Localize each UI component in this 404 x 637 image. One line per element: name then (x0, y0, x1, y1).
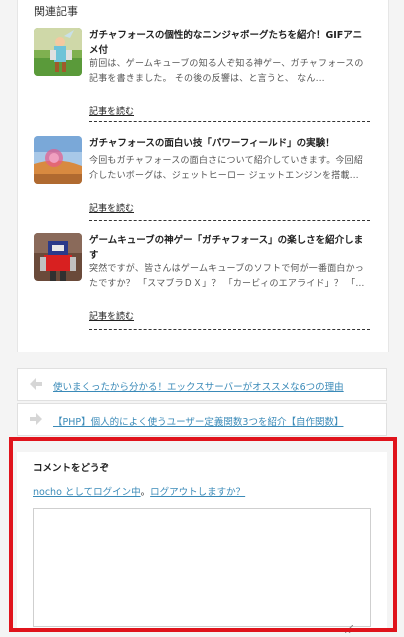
read-more-link[interactable]: 記事を読む (89, 309, 134, 322)
read-more-link[interactable]: 記事を読む (89, 201, 134, 214)
related-article-2[interactable]: ガチャフォースの面白い技「パワーフィールド」の実験！ 今回もガチャフォースの面白… (34, 136, 370, 222)
related-articles-card: 関連記事 ガチャフォースの個性的なニンジャボーグたちを紹介！GIFアニメ付 前回… (17, 0, 389, 352)
divider (89, 220, 370, 221)
related-article-excerpt: 今回もガチャフォースの面白さについて紹介していきます。今回紹介したいボーグは、ジ… (89, 156, 364, 181)
arrow-left-icon (28, 376, 44, 392)
related-article-title[interactable]: ガチャフォースの個性的なニンジャボーグたちを紹介！GIFアニメ付 (89, 28, 367, 58)
divider (89, 329, 370, 330)
article-thumbnail[interactable] (34, 233, 82, 281)
article-thumbnail[interactable] (34, 136, 82, 184)
related-article-excerpt: 前回は、ゲームキューブの知る人ぞ知る神ゲー、ガチャフォースの記事を書きました。 … (89, 59, 364, 84)
divider (89, 121, 370, 122)
prev-post-nav[interactable]: 使いまくったから分かる！エックスサーバーがオススメな6つの理由 (17, 368, 387, 401)
related-article-excerpt: 突然ですが、皆さんはゲームキューブのソフトで何が一番面白かったですか？ 「スマブ… (89, 264, 365, 289)
related-article-title[interactable]: ガチャフォースの面白い技「パワーフィールド」の実験！ (89, 136, 367, 151)
arrow-right-icon (28, 411, 44, 427)
prev-post-link[interactable]: 使いまくったから分かる！エックスサーバーがオススメな6つの理由 (53, 379, 344, 393)
article-thumbnail[interactable] (34, 28, 82, 76)
next-post-link[interactable]: 【PHP】個人的によく使うユーザー定義関数3つを紹介【自作関数】 (53, 414, 343, 428)
highlight-frame (9, 437, 397, 632)
related-article-1[interactable]: ガチャフォースの個性的なニンジャボーグたちを紹介！GIFアニメ付 前回は、ゲーム… (34, 28, 370, 123)
related-articles-heading: 関連記事 (34, 5, 78, 18)
next-post-nav[interactable]: 【PHP】個人的によく使うユーザー定義関数3つを紹介【自作関数】 (17, 403, 387, 436)
read-more-link[interactable]: 記事を読む (89, 104, 134, 117)
related-article-title[interactable]: ゲームキューブの神ゲー「ガチャフォース」の楽しさを紹介します (89, 233, 367, 263)
related-article-3[interactable]: ゲームキューブの神ゲー「ガチャフォース」の楽しさを紹介します 突然ですが、皆さん… (34, 233, 370, 333)
